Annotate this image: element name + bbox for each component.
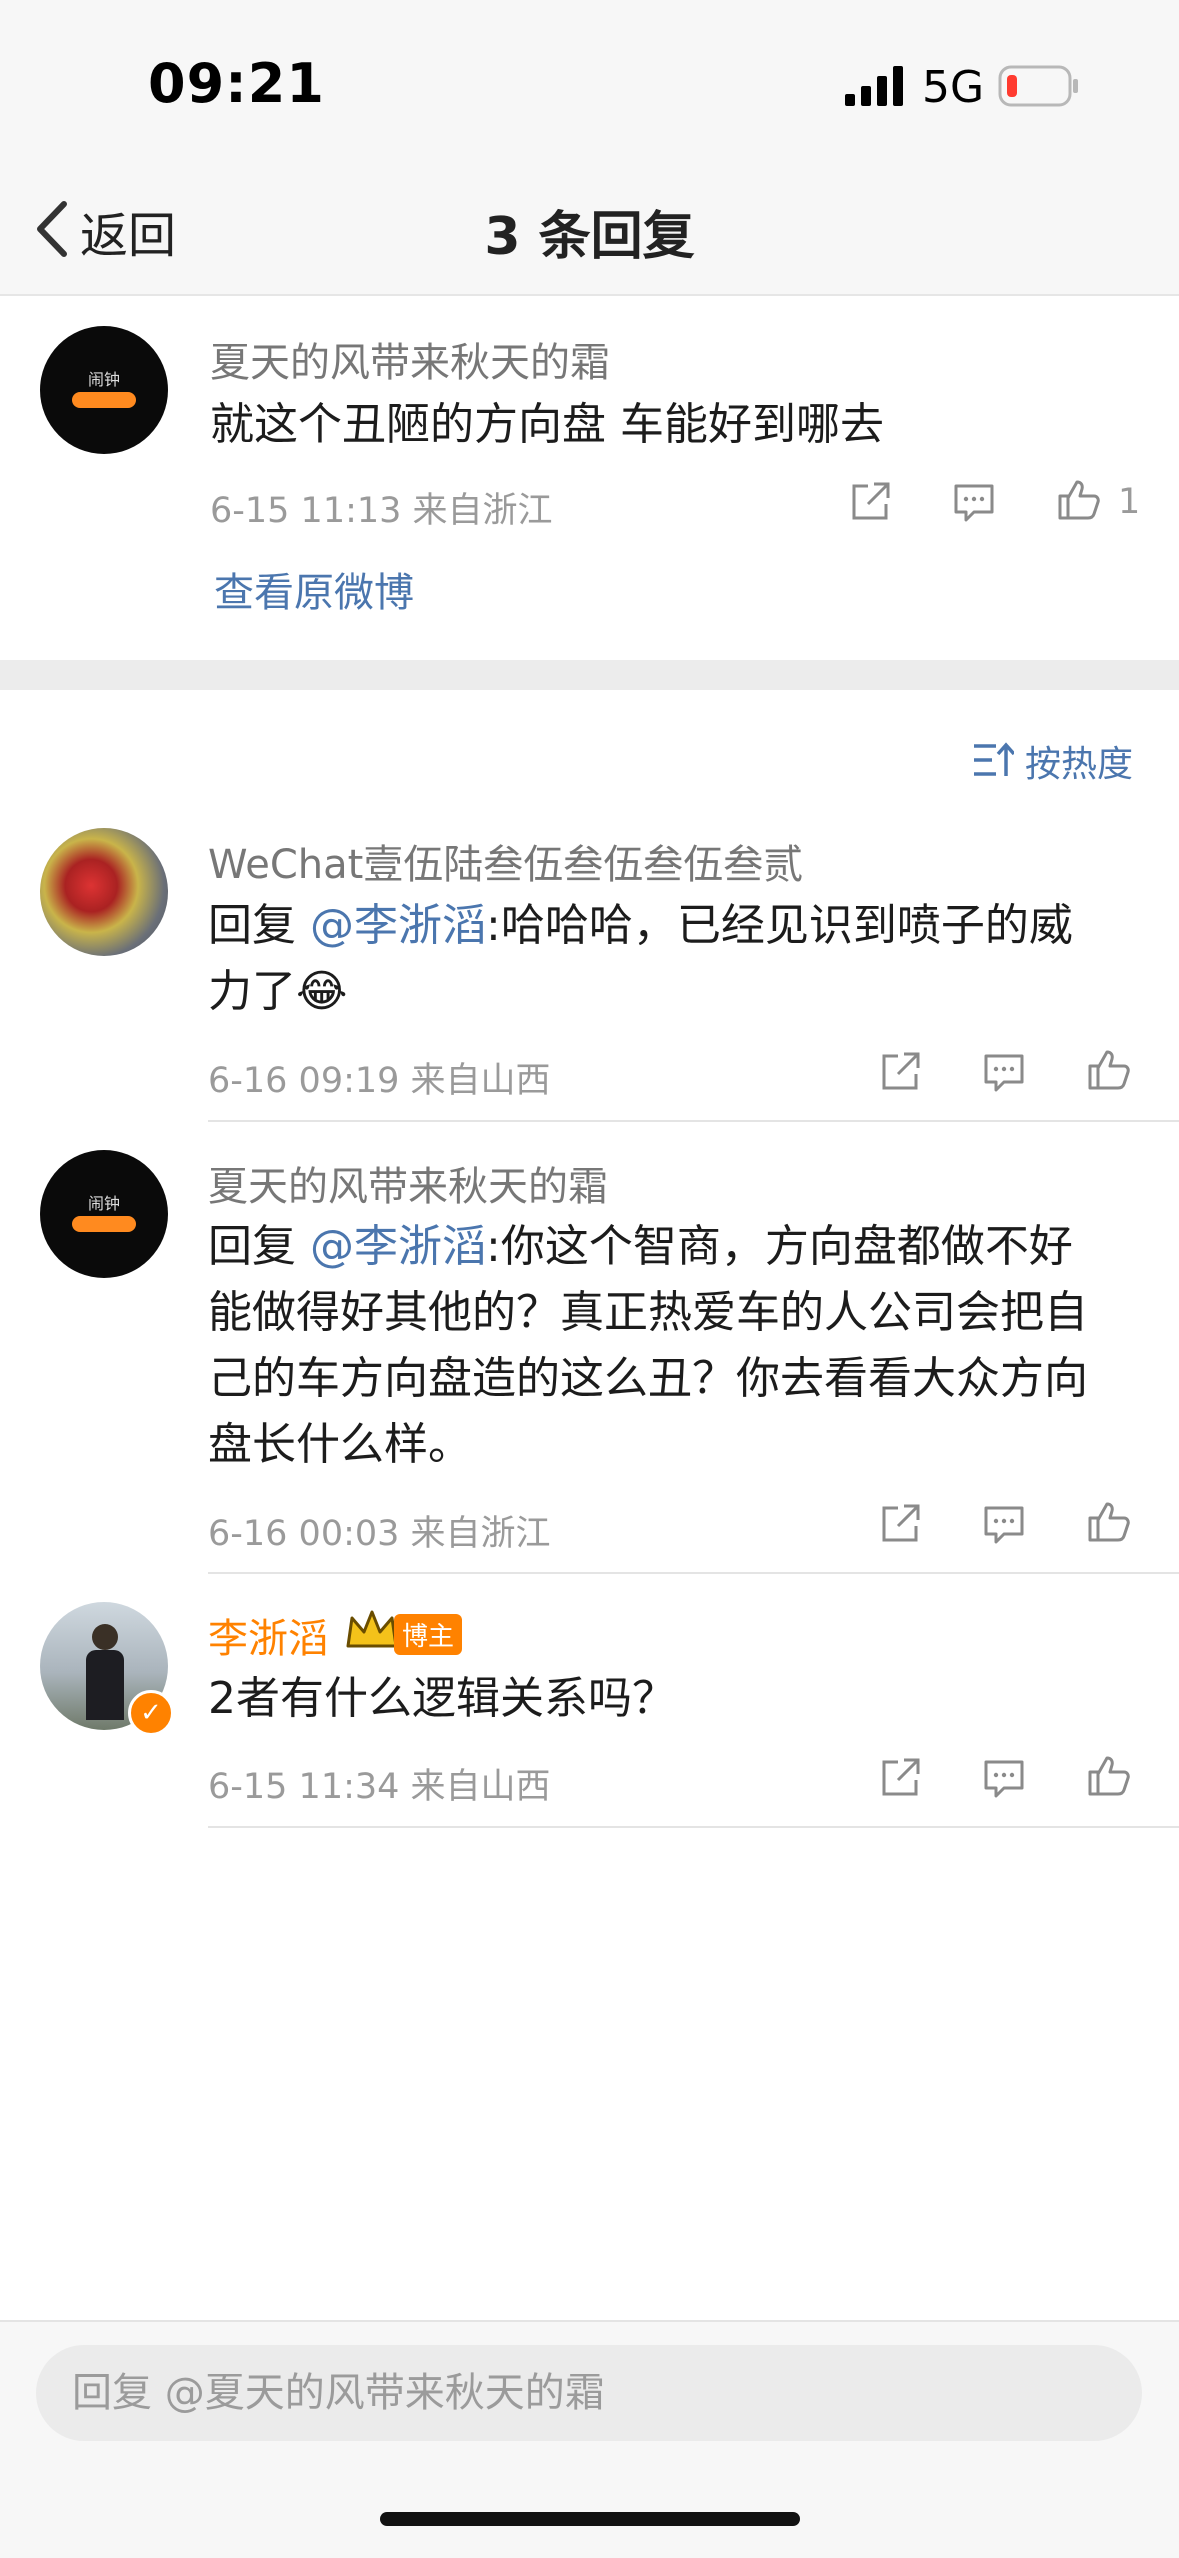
like-icon[interactable]	[1084, 1046, 1132, 1098]
author-badge: 博主	[394, 1614, 463, 1655]
page-title: 3 条回复	[484, 207, 695, 267]
reply-text: 回复 @李浙滔:哈哈哈，已经见识到喷子的威	[208, 900, 1073, 951]
reply-text-line: 能做得好其他的？真正热爱车的人公司会把自	[208, 1287, 1088, 1338]
status-time: 09:21	[148, 52, 325, 115]
share-icon[interactable]	[876, 1500, 924, 1552]
mention-link[interactable]: @李浙滔	[310, 1221, 486, 1272]
sort-by-hot[interactable]: 按热度	[1025, 735, 1133, 787]
verified-icon: ✓	[128, 1690, 174, 1736]
avatar[interactable]: 闹钟	[40, 326, 168, 454]
divider	[208, 1826, 1179, 1828]
crown-icon	[344, 1608, 400, 1656]
signal-icon	[845, 66, 905, 110]
username[interactable]: 李浙滔	[208, 1606, 328, 1664]
reply-text: 回复 @李浙滔:你这个智商，方向盘都做不好	[208, 1221, 1073, 1272]
like-count: 1	[1118, 482, 1141, 522]
home-indicator	[380, 2512, 800, 2526]
share-icon[interactable]	[876, 1754, 924, 1806]
avatar-caption: 闹钟	[87, 370, 120, 389]
comment-meta: 6-15 11:13 来自浙江	[210, 491, 553, 531]
network-label: 5G	[922, 62, 985, 113]
reply-text-line: 盘长什么样。	[208, 1419, 472, 1470]
like-icon[interactable]	[1084, 1752, 1132, 1804]
divider	[208, 1120, 1179, 1122]
reply-meta: 6-16 09:19 来自山西	[208, 1061, 551, 1101]
laughing-emoji: 😂	[296, 966, 348, 1017]
section-divider	[0, 660, 1179, 690]
reply-meta: 6-16 00:03 来自浙江	[208, 1514, 551, 1554]
comment-icon[interactable]	[980, 1754, 1028, 1806]
sort-icon[interactable]	[972, 740, 1016, 784]
mention-link[interactable]: @李浙滔	[310, 900, 486, 951]
reply-input[interactable]: 回复 @夏天的风带来秋天的霜	[36, 2345, 1142, 2441]
username[interactable]: WeChat壹伍陆叁伍叁伍叁伍叁贰	[208, 832, 803, 890]
avatar[interactable]	[40, 828, 168, 956]
view-original-link[interactable]: 查看原微博	[214, 560, 414, 618]
username[interactable]: 夏天的风带来秋天的霜	[210, 330, 610, 388]
comment-icon[interactable]	[980, 1500, 1028, 1552]
comment-icon[interactable]	[950, 478, 998, 530]
battery-icon	[998, 64, 1080, 112]
like-icon[interactable]	[1054, 476, 1102, 528]
comment-text: 就这个丑陋的方向盘 车能好到哪去	[210, 399, 884, 450]
reply-text-line: 己的车方向盘造的这么丑？你去看看大众方向	[208, 1353, 1088, 1404]
avatar-caption: 闹钟	[87, 1194, 120, 1213]
reply-text: 2者有什么逻辑关系吗？	[208, 1673, 676, 1724]
divider	[208, 1572, 1179, 1574]
comment-icon[interactable]	[980, 1048, 1028, 1100]
like-icon[interactable]	[1084, 1498, 1132, 1550]
share-icon[interactable]	[876, 1048, 924, 1100]
username[interactable]: 夏天的风带来秋天的霜	[208, 1154, 608, 1212]
reply-text-line: 力了😂	[208, 966, 348, 1017]
reply-meta: 6-15 11:34 来自山西	[208, 1767, 551, 1807]
avatar[interactable]: 闹钟	[40, 1150, 168, 1278]
share-icon[interactable]	[846, 478, 894, 530]
